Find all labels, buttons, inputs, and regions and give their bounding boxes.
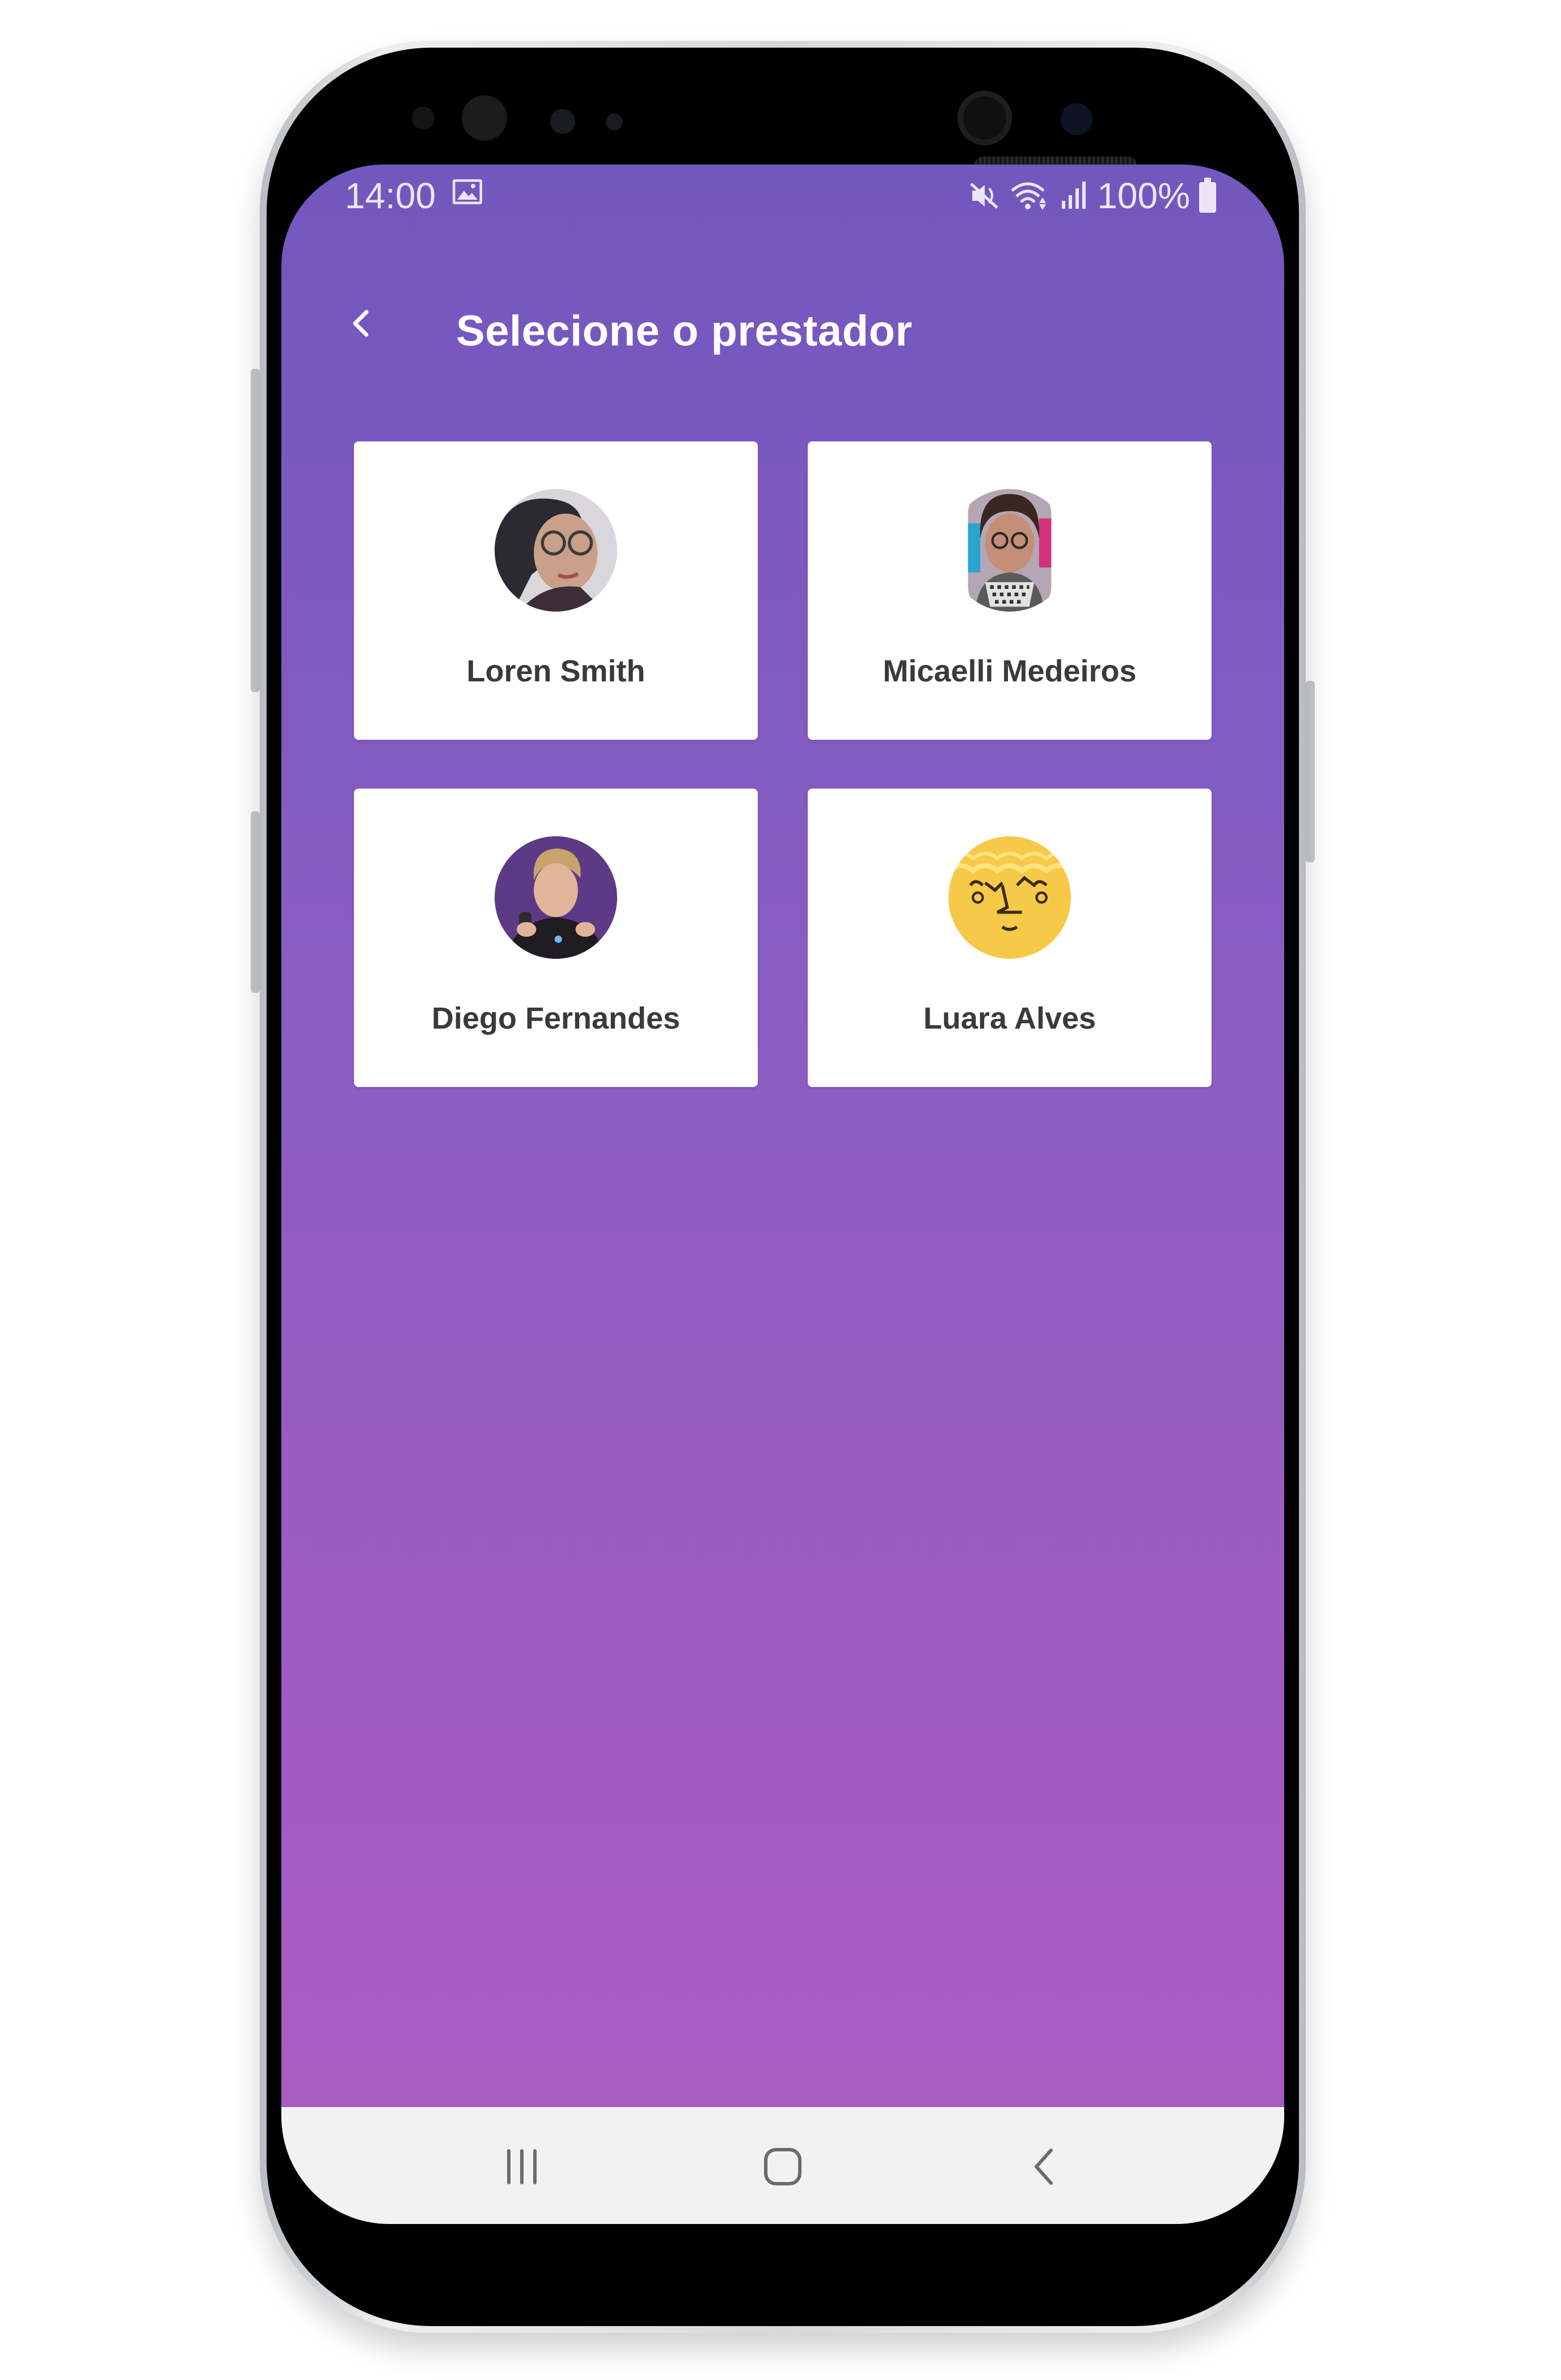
recent-apps-icon [507, 2149, 537, 2184]
signal-icon [1062, 182, 1086, 209]
chevron-left-icon [353, 310, 369, 337]
sensor-dot [412, 107, 434, 129]
home-icon [764, 2148, 801, 2185]
volume-up-button [251, 369, 260, 692]
provider-name: Loren Smith [466, 654, 646, 688]
provider-grid: Loren Smith Micaelli Medeiros Diego Fern… [354, 441, 1212, 1087]
provider-card[interactable]: Loren Smith [354, 441, 758, 740]
back-button[interactable] [332, 295, 389, 352]
avatar [495, 489, 617, 612]
status-icons: 100% [969, 175, 1216, 217]
proximity-sensor [550, 109, 575, 134]
provider-name: Micaelli Medeiros [883, 654, 1137, 688]
avatar-photo [495, 836, 617, 959]
provider-card[interactable]: Micaelli Medeiros [808, 441, 1212, 740]
avatar-photo [948, 836, 1071, 959]
avatar [948, 489, 1071, 612]
battery-percentage: 100% [1097, 175, 1190, 216]
status-bar: 14:00 100% [281, 165, 1284, 227]
front-camera [957, 91, 1012, 145]
back-icon [1035, 2149, 1053, 2185]
iris-camera [1061, 103, 1092, 135]
system-back-button[interactable] [1015, 2141, 1072, 2192]
power-button [1306, 681, 1315, 862]
status-time: 14:00 [345, 175, 436, 216]
recent-apps-button[interactable] [493, 2141, 550, 2192]
provider-name: Diego Fernandes [431, 1001, 681, 1035]
home-button[interactable] [754, 2141, 811, 2192]
page-title: Selecione o prestador [456, 307, 913, 355]
device-mockup: 14:00 100% Selecione o prestador Loren S… [0, 0, 1561, 2380]
provider-card[interactable]: Diego Fernandes [354, 789, 758, 1087]
volume-down-button [251, 811, 260, 993]
provider-card[interactable]: Luara Alves [808, 789, 1212, 1087]
app-header: Selecione o prestador [281, 278, 1284, 369]
provider-name: Luara Alves [923, 1001, 1096, 1035]
light-sensor [606, 113, 623, 130]
avatar-photo [495, 489, 617, 612]
avatar [948, 836, 1071, 959]
wifi-icon [1011, 182, 1047, 210]
mute-icon [970, 183, 998, 209]
battery-icon [1199, 178, 1216, 213]
avatar [495, 836, 617, 959]
navigation-bar [281, 2107, 1284, 2224]
app-screen: 14:00 100% Selecione o prestador Loren S… [281, 165, 1284, 2224]
avatar-photo [948, 489, 1071, 612]
iris-sensor [462, 95, 507, 141]
image-icon [453, 179, 482, 204]
